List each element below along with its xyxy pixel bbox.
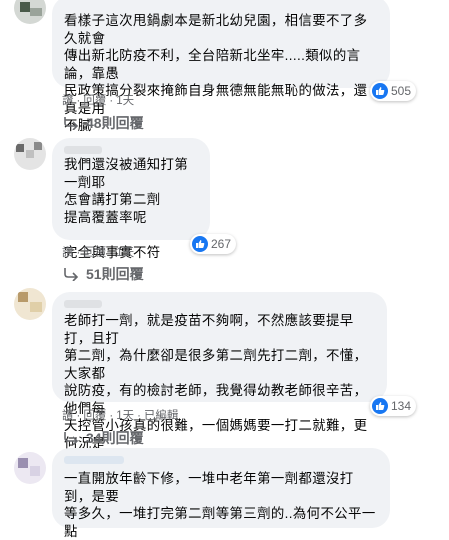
- comment-bubble: 我們還沒被通知打第一劑耶 怎會講打第二劑 提高覆蓋率呢 完全與事實不符: [52, 138, 210, 260]
- reply-link[interactable]: 回覆: [83, 407, 106, 423]
- like-link[interactable]: 讚: [62, 407, 74, 423]
- reply-arrow-icon: [64, 432, 79, 445]
- avatar[interactable]: [14, 452, 46, 484]
- like-icon: [372, 83, 388, 99]
- avatar[interactable]: [14, 138, 46, 170]
- reaction-number: 505: [391, 84, 412, 98]
- comment-actions: 讚 · 回覆 · 1天: [62, 244, 134, 260]
- reply-arrow-icon: [64, 117, 79, 130]
- reply-link[interactable]: 回覆: [83, 92, 106, 108]
- like-link[interactable]: 讚: [62, 244, 74, 260]
- comment-actions: 讚 · 回覆 · 1天: [62, 92, 134, 108]
- reaction-count[interactable]: 134: [370, 396, 417, 416]
- comment-bubble: 一直開放年齡下修，一堆中老年第一劑都還沒打到，是要 等多久，一堆打完第二劑等第三…: [52, 448, 390, 539]
- timestamp[interactable]: 1天: [116, 407, 134, 423]
- reaction-count[interactable]: 267: [190, 234, 237, 254]
- like-link[interactable]: 讚: [62, 92, 74, 108]
- replies-label: 34則回覆: [86, 430, 144, 446]
- replies-label: 51則回覆: [86, 266, 144, 282]
- edited-label: 已編輯: [143, 410, 179, 422]
- author-name[interactable]: [64, 300, 102, 308]
- view-replies-link[interactable]: 48則回覆: [62, 113, 144, 133]
- timestamp[interactable]: 1天: [116, 92, 134, 108]
- reply-link[interactable]: 回覆: [83, 244, 106, 260]
- replies-label: 48則回覆: [86, 115, 144, 131]
- view-replies-link[interactable]: 34則回覆: [62, 428, 144, 448]
- view-replies-link[interactable]: 51則回覆: [62, 264, 144, 284]
- author-name[interactable]: [64, 146, 102, 154]
- like-icon: [372, 398, 388, 414]
- reaction-number: 267: [211, 237, 232, 251]
- comment-bubble: 看樣子這次甩鍋劇本是新北幼兒園，相信要不了多久就會 傳出新北防疫不利，全台陪新北…: [52, 0, 390, 133]
- reaction-number: 134: [391, 399, 412, 413]
- author-name[interactable]: [64, 456, 124, 464]
- reaction-count[interactable]: 505: [370, 81, 417, 101]
- avatar[interactable]: [14, 288, 46, 320]
- comment-actions: 讚 · 回覆 · 1天 · 已編輯: [62, 407, 178, 423]
- comment-text: 一直開放年齡下修，一堆中老年第一劑都還沒打到，是要 等多久，一堆打完第二劑等第三…: [64, 471, 376, 539]
- reply-arrow-icon: [64, 268, 79, 281]
- avatar[interactable]: [14, 0, 46, 24]
- timestamp[interactable]: 1天: [116, 244, 134, 260]
- like-icon: [192, 236, 208, 252]
- comment-bubble: 老師打一劑，就是疫苗不夠啊，不然應該要提早打，且打 第二劑，為什麼卻是很多第二劑…: [52, 292, 387, 486]
